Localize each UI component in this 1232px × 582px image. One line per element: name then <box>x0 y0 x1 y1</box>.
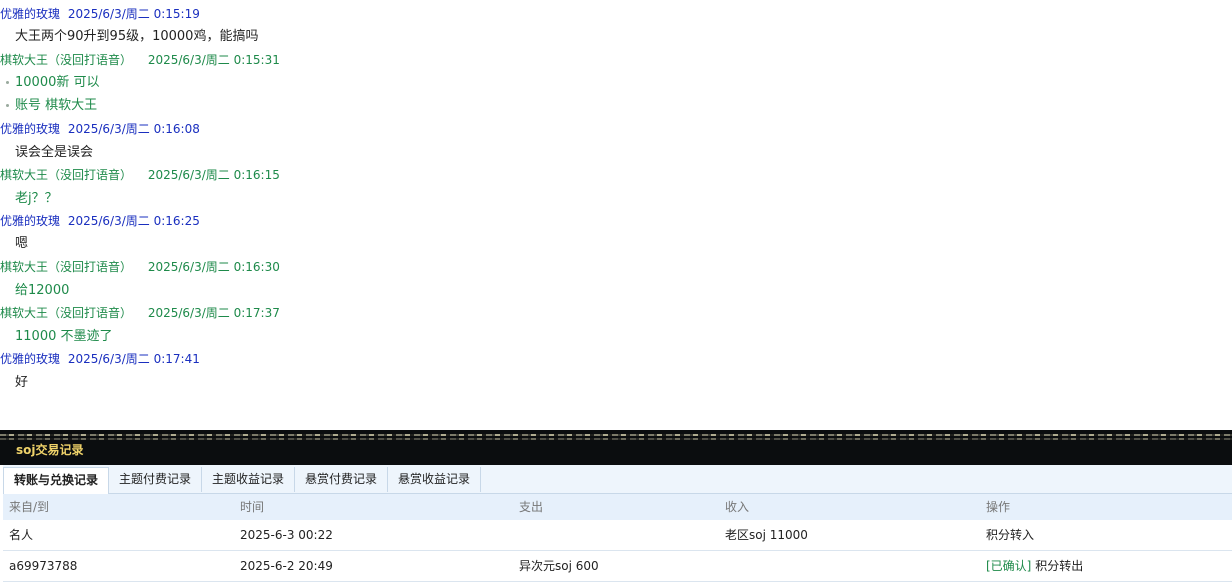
cell-from: 名人 <box>9 528 34 542</box>
column-header-from: 来自/到 <box>9 500 50 514</box>
chat-log: 优雅的玫瑰 2025/6/3/周二 0:15:19 大王两个90升到95级，10… <box>0 0 1232 430</box>
message-time: 2025/6/3/周二 0:17:41 <box>67 352 200 366</box>
message-line: 10000新 可以 <box>15 75 100 90</box>
message-sender: 优雅的玫瑰 <box>0 122 61 136</box>
message-header: 棋软大王（没回打语音） 2025/6/3/周二 0:16:15 <box>0 167 280 183</box>
bullet-dot <box>6 81 9 84</box>
message-sender: 棋软大王（没回打语音） <box>0 306 133 320</box>
action-label: 积分转出 <box>1035 559 1084 573</box>
message-sender: 优雅的玫瑰 <box>0 7 61 21</box>
message-text: 大王两个90升到95级，10000鸡，能搞吗 <box>15 29 259 44</box>
message-time: 2025/6/3/周二 0:16:30 <box>147 260 280 274</box>
cell-time: 2025-6-3 00:22 <box>240 528 333 542</box>
message-text: 账号 棋软大王 <box>6 97 98 115</box>
tab-bounty-income[interactable]: 悬赏收益记录 <box>388 467 481 492</box>
action-label: 积分转入 <box>986 528 1035 542</box>
status-badge[interactable]: [已确认] <box>986 559 1031 573</box>
tab-topic-income[interactable]: 主题收益记录 <box>202 467 295 492</box>
message-text: 误会全是误会 <box>15 145 94 160</box>
column-header-expense: 支出 <box>519 500 544 514</box>
message-text: 好 <box>15 375 29 390</box>
message-header: 优雅的玫瑰 2025/6/3/周二 0:16:08 <box>0 121 200 137</box>
bullet-dot <box>6 104 9 107</box>
soj-records-panel: soj交易记录 转账与兑换记录 主题付费记录 主题收益记录 悬赏付费记录 悬赏收… <box>0 430 1232 582</box>
titlebar-rule <box>0 438 1232 440</box>
message-text: 老j？？ <box>15 191 58 206</box>
message-header: 优雅的玫瑰 2025/6/3/周二 0:17:41 <box>0 351 200 367</box>
message-time: 2025/6/3/周二 0:16:25 <box>67 214 200 228</box>
cell-action: [已确认] 积分转出 <box>986 559 1083 573</box>
message-text: 11000 不墨迹了 <box>15 329 113 344</box>
column-header-time: 时间 <box>240 500 265 514</box>
column-header-action: 操作 <box>986 500 1011 514</box>
record-tabs: 转账与兑换记录 主题付费记录 主题收益记录 悬赏付费记录 悬赏收益记录 <box>3 465 1232 494</box>
message-sender: 棋软大王（没回打语音） <box>0 260 133 274</box>
message-header: 棋软大王（没回打语音） 2025/6/3/周二 0:15:31 <box>0 52 280 68</box>
message-sender: 优雅的玫瑰 <box>0 214 61 228</box>
message-sender: 棋软大王（没回打语音） <box>0 168 133 182</box>
message-header: 优雅的玫瑰 2025/6/3/周二 0:15:19 <box>0 6 200 22</box>
message-time: 2025/6/3/周二 0:16:15 <box>147 168 280 182</box>
message-time: 2025/6/3/周二 0:17:37 <box>147 306 280 320</box>
message-text: 10000新 可以 <box>6 74 100 92</box>
tab-transfer-exchange[interactable]: 转账与兑换记录 <box>3 467 109 494</box>
cell-expense: 异次元soj 600 <box>519 559 599 573</box>
panel-titlebar: soj交易记录 <box>0 430 1232 465</box>
table-row: 名人 2025-6-3 00:22 老区soj 11000 积分转入 <box>3 520 1232 551</box>
message-time: 2025/6/3/周二 0:16:08 <box>67 122 200 136</box>
message-header: 优雅的玫瑰 2025/6/3/周二 0:16:25 <box>0 213 200 229</box>
message-time: 2025/6/3/周二 0:15:19 <box>67 7 200 21</box>
cell-from: a69973788 <box>9 559 78 573</box>
message-header: 棋软大王（没回打语音） 2025/6/3/周二 0:17:37 <box>0 305 280 321</box>
table-header: 来自/到 时间 支出 收入 操作 <box>3 494 1232 521</box>
tab-bounty-payment[interactable]: 悬赏付费记录 <box>295 467 388 492</box>
titlebar-rule <box>0 434 1232 436</box>
cell-income: 老区soj 11000 <box>725 528 808 542</box>
tab-topic-payment[interactable]: 主题付费记录 <box>109 467 202 492</box>
panel-title: soj交易记录 <box>16 443 84 457</box>
message-sender: 优雅的玫瑰 <box>0 352 61 366</box>
cell-action: 积分转入 <box>986 528 1034 542</box>
message-text: 给12000 <box>15 283 70 298</box>
message-sender: 棋软大王（没回打语音） <box>0 53 133 67</box>
cell-time: 2025-6-2 20:49 <box>240 559 333 573</box>
table-row: a69973788 2025-6-2 20:49 异次元soj 600 [已确认… <box>3 551 1232 582</box>
message-time: 2025/6/3/周二 0:15:31 <box>147 53 280 67</box>
column-header-income: 收入 <box>725 500 750 514</box>
message-header: 棋软大王（没回打语音） 2025/6/3/周二 0:16:30 <box>0 259 280 275</box>
message-line: 账号 棋软大王 <box>15 98 98 113</box>
message-text: 嗯 <box>15 236 29 251</box>
